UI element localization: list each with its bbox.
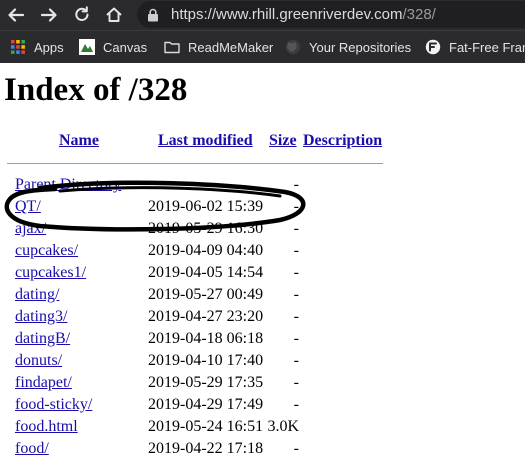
listing-row: dating/ 2019-05-27 00:49 - (0, 284, 400, 306)
listing-row: food-sticky/ 2019-04-29 17:49 - (0, 394, 400, 416)
column-header-description[interactable]: Description (303, 131, 382, 151)
listing-row: QT/ 2019-06-02 15:39 - (0, 196, 400, 218)
listing-row: datingB/ 2019-04-18 06:18 - (0, 328, 400, 350)
url-text[interactable]: https://www.rhill.greenriverdev.com/328/ (171, 5, 436, 24)
bookmark-label: Your Repositories (309, 39, 412, 55)
row-size: - (293, 440, 299, 457)
column-header-last-modified[interactable]: Last modified (158, 131, 253, 151)
column-header-size[interactable]: Size (269, 131, 297, 151)
listing-row: findapet/ 2019-05-29 17:35 - (0, 372, 400, 394)
apps-grid-icon (10, 39, 26, 55)
entry-link[interactable]: datingB/ (15, 328, 70, 350)
bookmark-label: Fat-Free Fram (449, 39, 525, 55)
entry-link[interactable]: QT/ (15, 196, 41, 218)
entry-link[interactable]: cupcakes/ (15, 240, 78, 262)
back-arrow-icon (8, 8, 25, 22)
forward-arrow-icon (40, 8, 57, 22)
row-size: - (293, 176, 299, 193)
listing-row: donuts/ 2019-04-10 17:40 - (0, 350, 400, 372)
github-icon (285, 39, 301, 55)
url-path: /328/ (402, 6, 436, 23)
home-icon (106, 7, 122, 22)
row-size: - (293, 396, 299, 413)
row-date: 2019-04-09 04:40 (148, 242, 264, 259)
listing-row: cupcakes1/ 2019-04-05 14:54 - (0, 262, 400, 284)
lock-icon (148, 8, 158, 22)
entry-link[interactable]: donuts/ (15, 350, 62, 372)
fatfree-logo-icon (425, 39, 441, 55)
row-date: 2019-05-27 00:49 (148, 286, 264, 303)
listing-row: cupcakes/ 2019-04-09 04:40 - (0, 240, 400, 262)
reload-icon (75, 6, 89, 21)
bookmark-label: ReadMeMaker (188, 39, 274, 55)
parent-directory-link[interactable]: Parent Directory (15, 174, 121, 196)
row-size: - (293, 242, 299, 259)
row-date: 2019-04-29 17:49 (148, 396, 264, 413)
entry-link[interactable]: findapet/ (15, 372, 72, 394)
entry-link[interactable]: dating3/ (15, 306, 67, 328)
folder-icon (164, 39, 180, 55)
canvas-logo-icon (79, 39, 95, 55)
bookmark-label: Apps (34, 39, 64, 55)
address-bar[interactable]: https://www.rhill.greenriverdev.com/328/ (137, 1, 525, 28)
home-button[interactable] (102, 3, 126, 27)
url-host: https://www.rhill.greenriverdev.com (171, 6, 403, 23)
bookmark-your-repositories[interactable]: Your Repositories (285, 38, 411, 56)
row-date: 2019-05-24 16:51 (148, 418, 264, 435)
entry-link[interactable]: food/ (15, 438, 49, 460)
row-date: 2019-05-29 16:30 (148, 220, 264, 237)
row-size: - (293, 264, 299, 281)
entry-link[interactable]: food.html (15, 416, 78, 438)
listing-row: food.html 2019-05-24 16:51 3.0K (0, 416, 400, 438)
browser-toolbar: https://www.rhill.greenriverdev.com/328/ (0, 0, 525, 30)
row-size: - (293, 198, 299, 215)
row-size: - (293, 308, 299, 325)
entry-link[interactable]: ajax/ (15, 218, 46, 240)
bookmark-readmemaker[interactable]: ReadMeMaker (164, 38, 273, 56)
reload-button[interactable] (70, 3, 94, 27)
row-date: 2019-04-10 17:40 (148, 352, 264, 369)
listing-row: food/ 2019-04-22 17:18 - (0, 438, 400, 460)
row-date: 2019-04-22 17:18 (148, 440, 264, 457)
row-size: 3.0K (267, 418, 299, 435)
entry-link[interactable]: food-sticky/ (15, 394, 92, 416)
row-size: - (293, 374, 299, 391)
listing-row-parent-directory: Parent Directory - (0, 174, 400, 196)
row-size: - (293, 352, 299, 369)
listing-row: dating3/ 2019-04-27 23:20 - (0, 306, 400, 328)
row-date: 2019-04-05 14:54 (148, 264, 264, 281)
row-size: - (293, 286, 299, 303)
column-header-name[interactable]: Name (59, 131, 99, 151)
header-divider (7, 163, 383, 164)
back-button[interactable] (4, 3, 28, 27)
forward-button[interactable] (37, 3, 61, 27)
entry-link[interactable]: cupcakes1/ (15, 262, 86, 284)
row-date: 2019-05-29 17:35 (148, 374, 264, 391)
page-title: Index of /328 (4, 72, 188, 108)
entry-link[interactable]: dating/ (15, 284, 59, 306)
row-size: - (293, 330, 299, 347)
bookmark-apps[interactable]: Apps (10, 38, 64, 56)
row-size: - (293, 220, 299, 237)
bookmark-canvas[interactable]: Canvas (79, 38, 147, 56)
row-date: 2019-04-18 06:18 (148, 330, 264, 347)
listing-row: ajax/ 2019-05-29 16:30 - (0, 218, 400, 240)
row-date: 2019-04-27 23:20 (148, 308, 264, 325)
row-date: 2019-06-02 15:39 (148, 198, 264, 215)
bookmark-label: Canvas (103, 39, 148, 55)
bookmark-fat-free-framework[interactable]: Fat-Free Fram (425, 38, 525, 56)
bookmarks-bar: Apps Canvas ReadMeMaker Your Repositorie… (0, 30, 525, 63)
